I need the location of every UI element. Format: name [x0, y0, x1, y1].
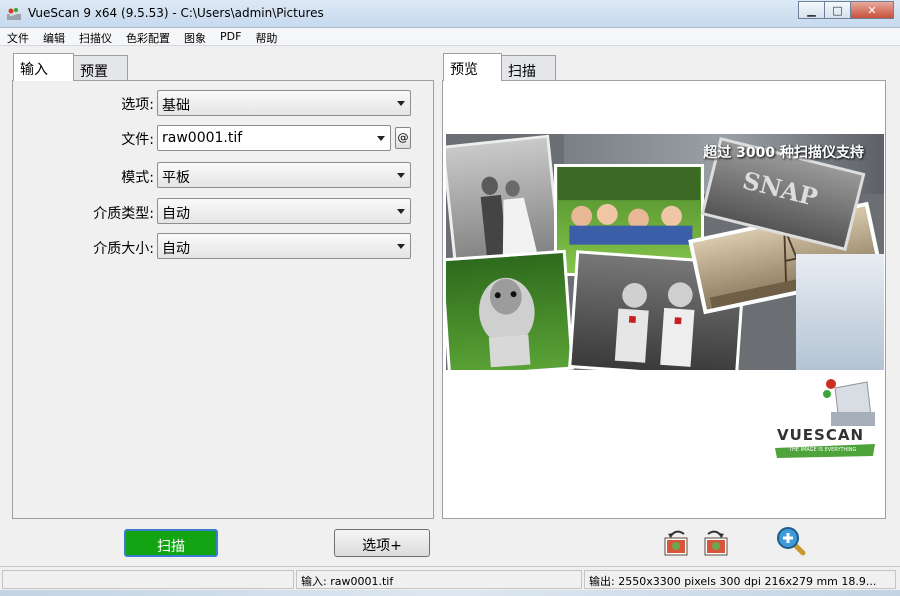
options-select[interactable]: 基础: [157, 90, 411, 116]
chevron-down-icon: [397, 101, 405, 106]
maximize-button[interactable]: □: [824, 1, 851, 19]
media-type-select[interactable]: 自动: [157, 198, 411, 224]
more-options-button[interactable]: 选项+: [334, 529, 430, 557]
media-size-select[interactable]: 自动: [157, 233, 411, 259]
menu-color-profile[interactable]: 色彩配置: [119, 28, 177, 45]
preview-caption: 超过 3000 种扫描仪支持: [703, 145, 864, 161]
status-bar: 输入: raw0001.tif 输出: 2550x3300 pixels 300…: [0, 566, 900, 590]
mode-label: 模式:: [121, 170, 154, 186]
logo-text: VUESCAN: [777, 426, 865, 444]
menu-help[interactable]: 帮助: [248, 28, 284, 45]
window-title: VueScan 9 x64 (9.5.53) - C:\Users\admin\…: [28, 6, 324, 20]
file-name-value: raw0001.tif: [162, 130, 243, 146]
chevron-down-icon: [377, 136, 385, 141]
tab-preview[interactable]: 预览: [443, 53, 502, 81]
tab-presets[interactable]: 预置: [73, 55, 128, 81]
scan-button[interactable]: 扫描: [124, 529, 218, 557]
file-name-at-button[interactable]: @: [395, 127, 411, 149]
photo-dog: [446, 249, 575, 370]
menu-pdf[interactable]: PDF: [213, 28, 248, 45]
tab-input[interactable]: 输入: [13, 53, 74, 81]
menu-image[interactable]: 图象: [177, 28, 213, 45]
vuescan-logo: VUESCAN THE IMAGE IS EVERYTHING: [775, 376, 879, 460]
media-size-value: 自动: [162, 241, 190, 257]
window-controls: ▁ □ ✕: [798, 1, 894, 19]
zoom-in-button[interactable]: [776, 526, 806, 556]
rotate-left-icon: [664, 530, 688, 556]
preview-image[interactable]: SNAP 超过 3000 种扫描仪支持: [446, 134, 884, 370]
media-type-label: 介质类型:: [93, 206, 154, 222]
status-cell-empty: [2, 570, 294, 589]
chevron-down-icon: [397, 209, 405, 214]
menu-file[interactable]: 文件: [0, 28, 36, 45]
rotate-left-button[interactable]: [662, 528, 692, 558]
options-label: 选项:: [121, 97, 154, 113]
file-label: 文件:: [121, 132, 154, 148]
menu-bar: 文件 编辑 扫描仪 色彩配置 图象 PDF 帮助: [0, 28, 900, 46]
zoom-in-icon: [777, 527, 806, 556]
file-name-input[interactable]: raw0001.tif: [157, 125, 391, 151]
logo-tagline: THE IMAGE IS EVERYTHING: [789, 447, 857, 453]
close-icon: ✕: [867, 3, 877, 17]
media-size-label: 介质大小:: [93, 241, 154, 257]
chevron-down-icon: [397, 244, 405, 249]
chevron-down-icon: [397, 173, 405, 178]
title-bar: VueScan 9 x64 (9.5.53) - C:\Users\admin\…: [0, 0, 900, 28]
rotate-right-icon: [704, 530, 728, 556]
rotate-right-button[interactable]: [700, 528, 730, 558]
tab-scan[interactable]: 扫描: [501, 55, 556, 81]
window-bottom-edge: [0, 590, 900, 596]
options-value: 基础: [162, 98, 190, 114]
media-type-value: 自动: [162, 206, 190, 222]
minimize-button[interactable]: ▁: [798, 1, 825, 19]
scanner-device: [796, 254, 884, 370]
status-input: 输入: raw0001.tif: [296, 570, 582, 589]
status-output: 输出: 2550x3300 pixels 300 dpi 216x279 mm …: [584, 570, 896, 589]
minimize-icon: ▁: [807, 3, 816, 17]
menu-edit[interactable]: 编辑: [36, 28, 72, 45]
mode-select[interactable]: 平板: [157, 162, 411, 188]
close-button[interactable]: ✕: [850, 1, 894, 19]
vuescan-app-icon[interactable]: [6, 6, 22, 22]
photo-snap-text: SNAP: [739, 165, 821, 212]
menu-scanner[interactable]: 扫描仪: [72, 28, 119, 45]
maximize-icon: □: [832, 3, 843, 17]
mode-value: 平板: [162, 170, 190, 186]
